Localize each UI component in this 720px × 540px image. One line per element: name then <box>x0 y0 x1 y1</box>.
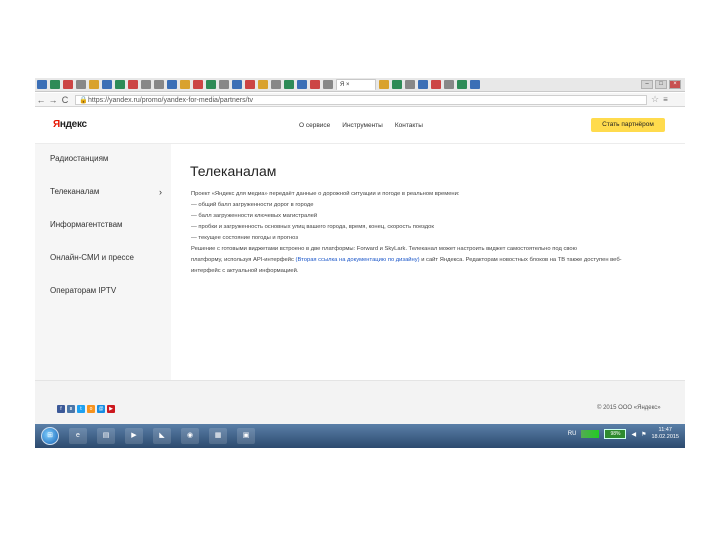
page-title: Телеканалам <box>190 163 277 179</box>
flag-icon[interactable]: ⚑ <box>641 431 646 438</box>
browser-tab[interactable] <box>115 80 125 89</box>
browser-tab[interactable] <box>457 80 467 89</box>
clock-time: 11:47 <box>658 427 672 433</box>
odnoklassniki-icon[interactable]: о <box>87 405 95 413</box>
folder-icon[interactable]: ▤ <box>97 428 115 444</box>
paragraph-line: Решение с готовыми виджетами встроено в … <box>191 246 577 252</box>
browser-tab[interactable] <box>37 80 47 89</box>
vk-icon[interactable]: в <box>67 405 75 413</box>
network-app-icon[interactable]: ▦ <box>209 428 227 444</box>
browser-tab[interactable] <box>258 80 268 89</box>
tab-strip: Я × – □ × <box>35 78 685 92</box>
battery-indicator[interactable]: 98% <box>604 429 627 439</box>
browser-tab[interactable] <box>167 80 177 89</box>
browser-tab[interactable] <box>310 80 320 89</box>
browser-tab[interactable] <box>271 80 281 89</box>
sidebar-item-online-media[interactable]: Онлайн-СМИ и прессе <box>50 253 162 262</box>
paragraph-line: — пробки и загруженность основных улиц в… <box>191 224 434 230</box>
reload-icon[interactable]: C <box>59 95 71 105</box>
system-tray: RU 98% ◀ ⚑ 11:47 18.02.2015 <box>568 427 679 441</box>
browser-tab[interactable] <box>323 80 333 89</box>
site-header: Яндекс О сервисе Инструменты Контакты Ст… <box>35 107 685 144</box>
facebook-icon[interactable]: f <box>57 405 65 413</box>
arrow-left-icon[interactable]: ← <box>35 95 47 105</box>
mail-icon[interactable]: @ <box>97 405 105 413</box>
sidebar-item-iptv[interactable]: Операторам IPTV <box>50 286 162 295</box>
signal-icon[interactable] <box>581 430 600 438</box>
bird-app-icon[interactable]: ◣ <box>153 428 171 444</box>
paragraph-line: — общий балл загруженности дорог в город… <box>191 202 314 208</box>
volume-icon[interactable]: ◀ <box>631 431 636 438</box>
chrome-icon[interactable]: ◉ <box>181 428 199 444</box>
screenshot: Я × – □ × ← → C 🔒 https://yandex.ru/prom… <box>35 78 685 448</box>
social-links: f в t о @ ▶ <box>57 405 115 413</box>
browser-tab[interactable] <box>219 80 229 89</box>
chevron-right-icon: › <box>159 187 162 197</box>
browser-tab[interactable] <box>232 80 242 89</box>
windows-start-icon[interactable]: ⊞ <box>41 427 59 445</box>
nav-contacts-link[interactable]: Контакты <box>395 122 423 129</box>
sidebar: Радиостанциям Телеканалам › Информагентс… <box>35 144 171 380</box>
paragraph-line: интерфейс с актуальной информацией. <box>191 268 299 274</box>
clock-date: 18.02.2015 <box>651 434 679 440</box>
url-text: https://yandex.ru/promo/yandex-for-media… <box>88 96 253 104</box>
lock-icon: 🔒 <box>79 96 88 104</box>
browser-tab[interactable] <box>63 80 73 89</box>
clock[interactable]: 11:47 18.02.2015 <box>651 427 679 441</box>
minimize-button[interactable]: – <box>641 80 653 89</box>
yandex-logo[interactable]: Яндекс <box>53 119 87 130</box>
youtube-icon[interactable]: ▶ <box>107 405 115 413</box>
nav-tools-link[interactable]: Инструменты <box>342 122 383 129</box>
browser-tab[interactable] <box>418 80 428 89</box>
browser-tab[interactable] <box>89 80 99 89</box>
language-indicator[interactable]: RU <box>568 431 577 437</box>
window-controls: – □ × <box>641 80 681 89</box>
address-bar[interactable]: 🔒 https://yandex.ru/promo/yandex-for-med… <box>75 94 647 105</box>
paint-icon[interactable]: ▣ <box>237 428 255 444</box>
paragraph-line: — балл загруженности ключевых магистрале… <box>191 213 318 219</box>
browser-tab[interactable] <box>431 80 441 89</box>
browser-tab[interactable] <box>284 80 294 89</box>
browser-tab[interactable] <box>50 80 60 89</box>
browser-tab[interactable] <box>102 80 112 89</box>
arrow-right-icon[interactable]: → <box>47 95 59 105</box>
browser-tab[interactable] <box>470 80 480 89</box>
paragraph-line: платформу, используя API-интерфейс (Втор… <box>191 257 622 263</box>
browser-tab[interactable] <box>141 80 151 89</box>
browser-tab[interactable] <box>297 80 307 89</box>
maximize-button[interactable]: □ <box>655 80 667 89</box>
browser-tab[interactable] <box>154 80 164 89</box>
menu-icon[interactable]: ≡ <box>663 95 668 104</box>
browser-tab[interactable] <box>405 80 415 89</box>
become-partner-button[interactable]: Стать партнёром <box>591 118 665 132</box>
browser-tab[interactable] <box>128 80 138 89</box>
site-footer: f в t о @ ▶ © 2015 ООО «Яндекс» <box>35 380 685 425</box>
sidebar-item-label: Телеканалам <box>50 187 100 196</box>
copyright: © 2015 ООО «Яндекс» <box>597 405 661 411</box>
browser-tab[interactable] <box>245 80 255 89</box>
browser-tab[interactable] <box>379 80 389 89</box>
ie-icon[interactable]: e <box>69 428 87 444</box>
design-docs-link[interactable]: (Вторая ссылка на документацию по дизайн… <box>296 257 420 263</box>
nav-about-link[interactable]: О сервисе <box>299 122 330 129</box>
sidebar-item-tv[interactable]: Телеканалам › <box>50 187 162 197</box>
browser-tab[interactable] <box>76 80 86 89</box>
browser-tab[interactable] <box>193 80 203 89</box>
browser-tab[interactable] <box>180 80 190 89</box>
top-nav: О сервисе Инструменты Контакты <box>299 122 423 129</box>
windows-taskbar: ⊞ e ▤ ▶ ◣ ◉ ▦ ▣ RU 98% ◀ ⚑ 11:47 18.02.2015 <box>35 424 685 448</box>
media-player-icon[interactable]: ▶ <box>125 428 143 444</box>
browser-tab-active[interactable]: Я × <box>336 79 376 90</box>
address-toolbar: ← → C 🔒 https://yandex.ru/promo/yandex-f… <box>35 93 685 107</box>
paragraph-line: Проект «Яндекс для медиа» передаёт данны… <box>191 191 460 197</box>
browser-tab[interactable] <box>206 80 216 89</box>
close-window-button[interactable]: × <box>669 80 681 89</box>
twitter-icon[interactable]: t <box>77 405 85 413</box>
paragraph-line: — текущее состояние погоды и прогноз <box>191 235 298 241</box>
browser-tab[interactable] <box>444 80 454 89</box>
bookmark-star-icon[interactable]: ☆ <box>651 94 659 105</box>
sidebar-item-radio[interactable]: Радиостанциям <box>50 154 162 163</box>
sidebar-item-agencies[interactable]: Информагентствам <box>50 220 162 229</box>
browser-tab[interactable] <box>392 80 402 89</box>
